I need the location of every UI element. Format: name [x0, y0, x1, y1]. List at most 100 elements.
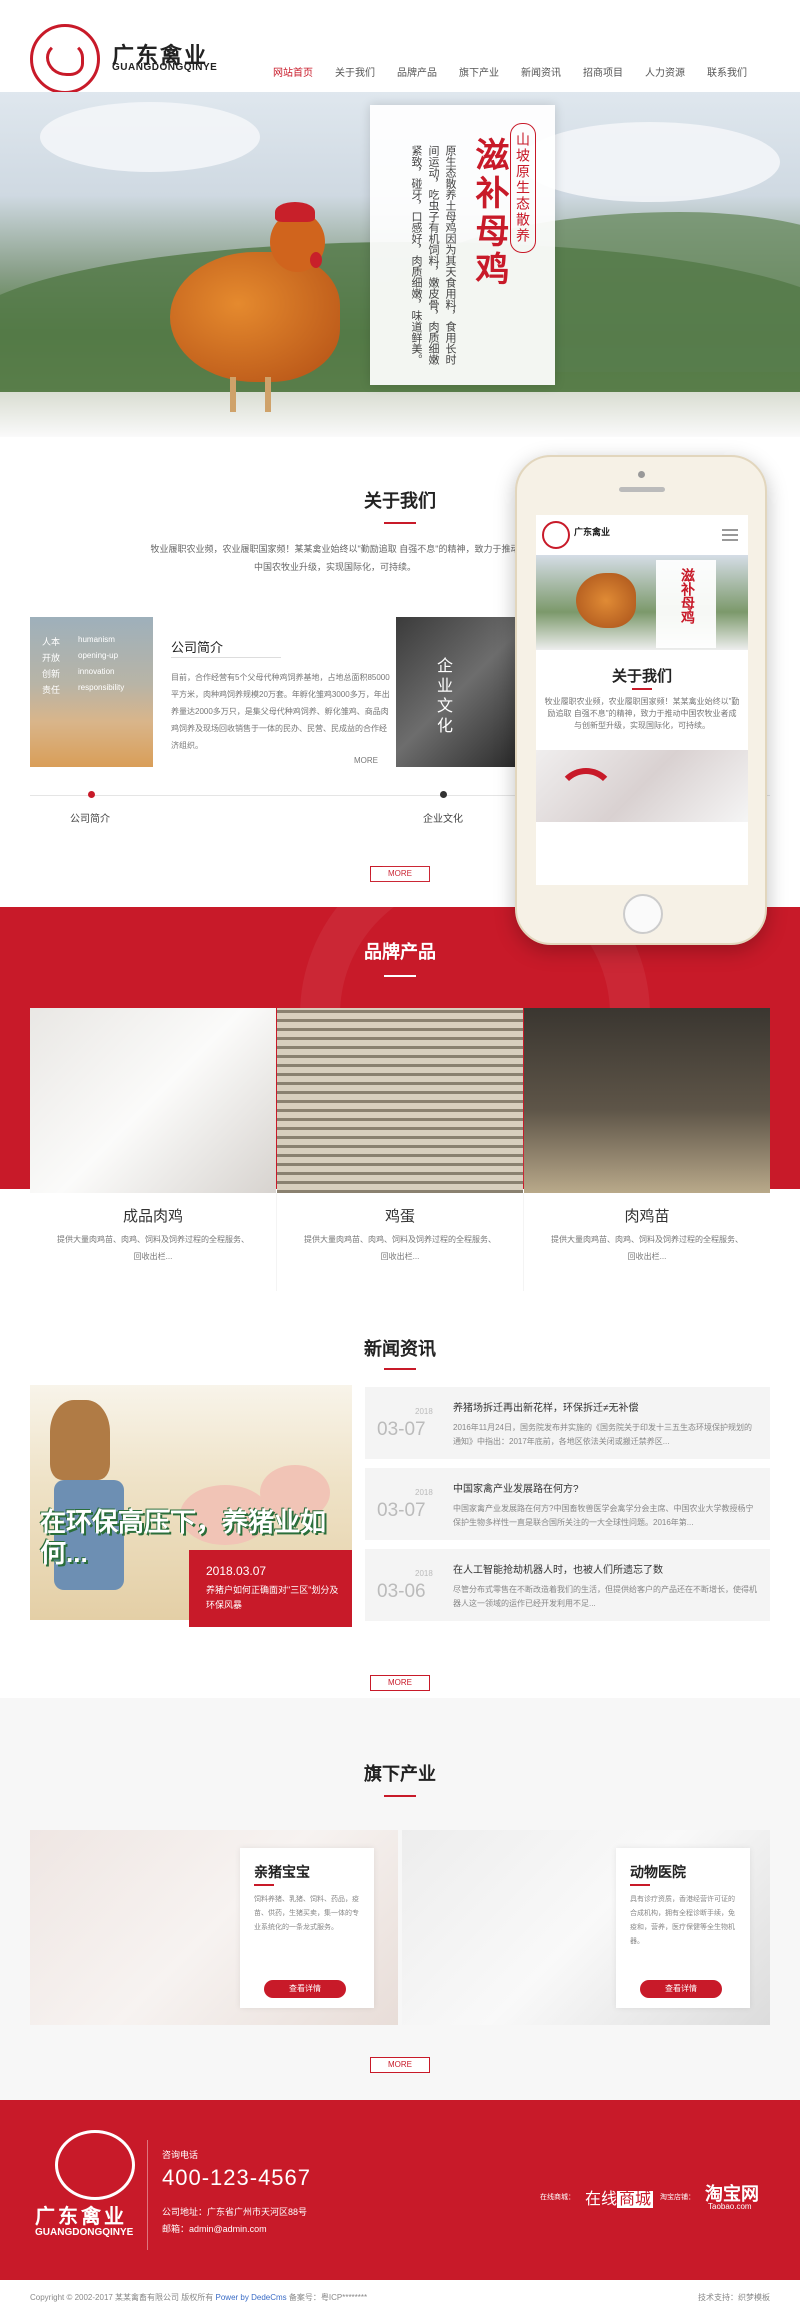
industry-name: 亲猪宝宝 [254, 1864, 310, 1880]
product-desc: 提供大量肉鸡苗、肉鸡、饲料及饲养过程的全程服务、回收出栏... [551, 1235, 743, 1261]
news-year: 2018 [415, 1407, 433, 1416]
industry-more-button[interactable]: MORE [370, 2057, 430, 2073]
news-year: 2018 [415, 1569, 433, 1578]
copyright-text: Copyright © 2002-2017 某某禽畜有限公司 版权所有 Powe… [30, 2292, 367, 2303]
powered-by-link[interactable]: Power by DedeCms [216, 2293, 287, 2302]
tab-dot[interactable] [440, 791, 447, 798]
logo-emblem-icon[interactable] [30, 24, 100, 94]
taobao-domain: Taobao.com [708, 2202, 752, 2211]
copyright-bar: Copyright © 2002-2017 某某禽畜有限公司 版权所有 Powe… [0, 2280, 800, 2323]
footer-logo-icon [55, 2130, 135, 2200]
online-shop-link[interactable]: 在线 商城 [585, 2185, 654, 2209]
keyword-cn: 创新 [42, 669, 61, 679]
title-underline [384, 1795, 416, 1797]
ground-shape [0, 392, 800, 437]
industry-card[interactable]: 动物医院 具有诊疗资质，香港经营许可证的合成机构，拥有全程诊断手续，免疫和，营养… [402, 1830, 770, 2025]
keyword-cn: 开放 [42, 653, 61, 663]
news-title-text[interactable]: 养猪场拆迁再出新花样，环保拆迁≠无补偿 [453, 1399, 639, 1414]
news-featured-title: 养猪户如何正确面对"三区"划分及环保风暴 [206, 1585, 339, 1610]
title-underline [384, 1368, 416, 1370]
keyword-cn: 人本 [42, 637, 61, 647]
email[interactable]: 邮箱：admin@admin.com [162, 2222, 267, 2235]
phone-number[interactable]: 400-123-4567 [162, 2165, 311, 2191]
nav-hr[interactable]: 人力资源 [634, 64, 696, 79]
culture-label: 企业文化 [434, 657, 451, 737]
hero-card: 山坡原生态散养 滋补母鸡 原生态散养土母鸡因为其天食用料，食用长时间运动，吃虫子… [370, 105, 555, 385]
about-image[interactable]: 人本 humanism 开放 opening-up 创新 innovation … [30, 617, 153, 767]
industry-title: 旗下产业 [364, 1764, 436, 1784]
copyright-main: Copyright © 2002-2017 某某禽畜有限公司 版权所有 [30, 2293, 216, 2302]
keyword-en: humanism [78, 635, 115, 644]
view-details-button[interactable]: 查看详情 [640, 1980, 722, 1998]
company-intro-title: 公司简介 [171, 640, 224, 655]
shop-name-b: 商城 [617, 2191, 654, 2208]
title-underline [254, 1884, 274, 1886]
title-underline [632, 688, 652, 690]
tab-company-intro[interactable]: 公司简介 [70, 810, 110, 825]
news-item[interactable]: 2018 03-07 中国家禽产业发展路在何方? 中国家禽产业发展路在何方?中国… [365, 1468, 770, 1540]
phone-hero: 滋补母鸡 [536, 555, 748, 650]
tech-support[interactable]: 技术支持：织梦模板 [698, 2292, 770, 2303]
product-card[interactable]: 鸡蛋 提供大量肉鸡苗、肉鸡、饲料及饲养过程的全程服务、回收出栏... [277, 1008, 523, 1291]
phone-hero-title: 滋补母鸡 [680, 568, 696, 624]
nav-industry[interactable]: 旗下产业 [448, 64, 510, 79]
industry-card[interactable]: 亲猪宝宝 饲料养猪、乳猪、饲料、药品，疫苗、供药，生猪买卖，集一体的专业系统化的… [30, 1830, 398, 2025]
tab-culture[interactable]: 企业文化 [423, 810, 463, 825]
phone-camera [638, 471, 645, 478]
news-date: 03-06 [377, 1581, 426, 1602]
product-card[interactable]: 肉鸡苗 提供大量肉鸡苗、肉鸡、饲料及饲养过程的全程服务、回收出栏... [524, 1008, 770, 1291]
phone-label: 咨询电话 [162, 2150, 199, 2160]
phone-mockup: 广东禽业 滋补母鸡 关于我们 牧业履职农业频，农业履职国家频！某某禽业始终以"勤… [515, 455, 767, 945]
footer-divider [147, 2140, 148, 2250]
news-date: 03-07 [377, 1419, 426, 1440]
news-item[interactable]: 2018 03-06 在人工智能抢劫机器人时，也被人们所遗忘了数 尽管分布式零售… [365, 1549, 770, 1621]
menu-icon [722, 529, 738, 541]
nav-home[interactable]: 网站首页 [262, 64, 324, 79]
product-card[interactable]: 成品肉鸡 提供大量肉鸡苗、肉鸡、饲料及饲养过程的全程服务、回收出栏... [30, 1008, 276, 1291]
view-details-button[interactable]: 查看详情 [264, 1980, 346, 1998]
phone-screen: 广东禽业 滋补母鸡 关于我们 牧业履职农业频，农业履职国家频！某某禽业始终以"勤… [536, 515, 748, 885]
product-image [524, 1008, 770, 1193]
title-underline [384, 522, 416, 524]
tab-dot-active[interactable] [88, 791, 95, 798]
company-intro-more-link[interactable]: MORE [354, 756, 378, 765]
product-name: 肉鸡苗 [624, 1208, 670, 1225]
logo-subtext: GUANGDONGQINYE [112, 62, 218, 73]
footer-logo-subtext: GUANGDONGQINYE [35, 2227, 134, 2238]
news-title-text[interactable]: 在人工智能抢劫机器人时，也被人们所遗忘了数 [453, 1561, 663, 1576]
nav-about[interactable]: 关于我们 [324, 64, 386, 79]
hen-illustration [150, 202, 370, 412]
shop-label: 在线商城： [540, 2194, 575, 2201]
phone-image [536, 750, 748, 822]
shop-name-a: 在线 [585, 2191, 618, 2208]
news-summary: 尽管分布式零售在不断改造着我们的生活，但提供给客户的产品还在不断增长，使得机器人… [453, 1585, 757, 1608]
news-item[interactable]: 2018 03-07 养猪场拆迁再出新花样，环保拆迁≠无补偿 2016年11月2… [365, 1387, 770, 1459]
nav-contact[interactable]: 联系我们 [696, 64, 758, 79]
product-desc: 提供大量肉鸡苗、肉鸡、饲料及饲养过程的全程服务、回收出栏... [57, 1235, 249, 1261]
hero-description: 原生态散养土母鸡因为其天食用料，食用长时间运动，吃虫子有机饲料，嫩皮骨，肉质细嫩… [410, 145, 456, 365]
news-featured-date: 2018.03.07 [206, 1564, 267, 1578]
about-intro: 牧业履职农业频，农业履职国家频！某某禽业始终以"勤励追取 自强不息"的精神，致力… [150, 544, 520, 572]
cloud-shape [40, 102, 260, 172]
news-title-text[interactable]: 中国家禽产业发展路在何方? [453, 1480, 579, 1495]
icp-number: 备案号：粤ICP******** [286, 2293, 368, 2302]
news-year: 2018 [415, 1488, 433, 1497]
news-featured-caption[interactable]: 2018.03.07 养猪户如何正确面对"三区"划分及环保风暴 [189, 1550, 352, 1627]
culture-image[interactable]: 企业文化 [396, 617, 519, 767]
product-name: 鸡蛋 [384, 1208, 415, 1225]
industry-info-box: 亲猪宝宝 饲料养猪、乳猪、饲料、药品，疫苗、供药，生猪买卖，集一体的专业系统化的… [240, 1848, 374, 2008]
industry-desc: 具有诊疗资质，香港经营许可证的合成机构，拥有全程诊断手续，免疫和，营养，医疗保健… [630, 1896, 735, 1945]
phone-home-button [623, 894, 663, 934]
nav-investment[interactable]: 招商项目 [572, 64, 634, 79]
news-date: 03-07 [377, 1500, 426, 1521]
news-more-button[interactable]: MORE [370, 1675, 430, 1691]
phone-about-text: 牧业履职农业频，农业履职国家频！某某禽业始终以"勤励追取 自强不息"的精神，致力… [544, 697, 740, 730]
logo-emblem-icon [542, 521, 570, 549]
nav-products[interactable]: 品牌产品 [386, 64, 448, 79]
company-intro-text: 目前，合作经营有5个父母代种鸡饲养基地，占地总面积85000平方米，肉种鸡饲养规… [171, 673, 390, 750]
phone-speaker [619, 487, 665, 492]
product-name: 成品肉鸡 [122, 1208, 183, 1225]
keyword-cn: 责任 [42, 685, 61, 695]
footer-logo-text: 广东禽业 [35, 2204, 127, 2228]
nav-news[interactable]: 新闻资讯 [510, 64, 572, 79]
